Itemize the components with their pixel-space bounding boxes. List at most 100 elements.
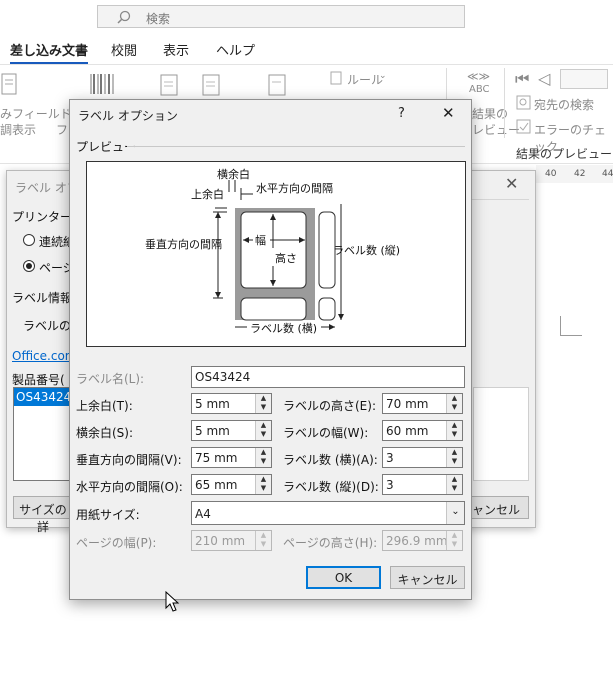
spinner-arrows-icon[interactable]: ▲ ▼	[446, 475, 462, 494]
find-recipient-icon	[516, 95, 531, 110]
rules-button[interactable]: ルール	[347, 71, 383, 88]
horizontal-pitch-spinner[interactable]: 65 mm ▲ ▼	[191, 474, 272, 495]
preview-results-label-1[interactable]: 結果の	[472, 105, 508, 122]
find-recipient-button[interactable]: 宛先の検索	[534, 96, 594, 113]
search-box[interactable]: 検索	[97, 5, 465, 28]
tab-review[interactable]: 校閲	[111, 40, 137, 59]
rules-dropdown-icon[interactable]: ⌄	[379, 71, 387, 81]
number-down-spinner[interactable]: 3 ▲ ▼	[382, 474, 463, 495]
page-size-value[interactable]: A4	[195, 507, 211, 521]
side-margin-value[interactable]: 5 mm	[195, 424, 230, 438]
insert-merge-field-icon	[1, 73, 17, 95]
help-button[interactable]: ?	[398, 106, 405, 121]
preview-arrows-icon: ≪≫	[467, 70, 491, 83]
document-icon-1	[160, 74, 178, 96]
vertical-pitch-value[interactable]: 75 mm	[195, 451, 237, 465]
mouse-cursor-icon	[165, 591, 180, 612]
side-margin-spinner[interactable]: 5 mm ▲ ▼	[191, 420, 272, 441]
spinner-arrows-icon: ▲ ▼	[446, 531, 462, 550]
page-size-label: 用紙サイズ:	[76, 508, 140, 522]
preview-results-label-2[interactable]: レビュー	[472, 121, 520, 138]
printer-label: プリンター	[12, 210, 73, 224]
number-down-value[interactable]: 3	[386, 478, 394, 492]
back-close-icon[interactable]: ✕	[505, 174, 518, 193]
preview-width: 幅	[255, 234, 266, 247]
document-icon-3	[268, 74, 286, 96]
page-corner-mark	[560, 316, 582, 336]
preview-number-down: ラベル数 (縦)	[333, 244, 401, 257]
label-height-label: ラベルの高さ(E):	[283, 399, 376, 413]
top-margin-value[interactable]: 5 mm	[195, 397, 230, 411]
cancel-button[interactable]: キャンセル	[390, 566, 465, 589]
label-name-input[interactable]: OS43424	[191, 366, 465, 388]
top-margin-spinner[interactable]: 5 mm ▲ ▼	[191, 393, 272, 414]
label-height-spinner[interactable]: 70 mm ▲ ▼	[382, 393, 463, 414]
product-number-list[interactable]: OS43424	[13, 387, 73, 481]
ruler-number: 44	[602, 169, 613, 179]
label-info-label: ラベル情報	[12, 291, 73, 305]
page-height-spinner: 296.9 mm ▲ ▼	[382, 530, 463, 551]
product-list-item[interactable]: OS43424	[14, 388, 72, 406]
rules-icon	[330, 71, 342, 85]
spinner-arrows-icon[interactable]: ▲ ▼	[255, 448, 271, 467]
label-width-label: ラベルの幅(W):	[283, 426, 369, 440]
side-margin-label: 横余白(S):	[76, 426, 134, 440]
vertical-pitch-spinner[interactable]: 75 mm ▲ ▼	[191, 447, 272, 468]
search-icon	[117, 10, 131, 24]
radio-page[interactable]	[23, 260, 35, 272]
spinner-arrows-icon[interactable]: ▲ ▼	[446, 394, 462, 413]
label-width-spinner[interactable]: 60 mm ▲ ▼	[382, 420, 463, 441]
label-name-label: ラベル名(L):	[76, 372, 145, 386]
preview-number-across: ラベル数 (横)	[250, 322, 318, 335]
error-check-icon	[516, 119, 531, 134]
spinner-arrows-icon: ▲ ▼	[255, 531, 271, 550]
page-height-label: ページの高さ(H):	[283, 536, 378, 550]
ok-button[interactable]: OK	[306, 566, 381, 589]
page-width-label: ページの幅(P):	[76, 536, 157, 550]
spinner-arrows-icon[interactable]: ▲ ▼	[255, 475, 271, 494]
spinner-arrows-icon[interactable]: ▲ ▼	[446, 448, 462, 467]
horizontal-pitch-value[interactable]: 65 mm	[195, 478, 237, 492]
preview-side-margin: 横余白	[217, 168, 250, 181]
radio-continuous[interactable]	[23, 234, 35, 246]
tab-view[interactable]: 表示	[163, 40, 189, 59]
spinner-arrows-icon[interactable]: ▲ ▼	[255, 394, 271, 413]
close-icon[interactable]: ✕	[442, 104, 455, 122]
number-across-label: ラベル数 (横)(A):	[283, 453, 378, 467]
label-preview: 横余白 上余白 水平方向の間隔 垂直方向の間隔 幅 高さ ラベル数 (縦) ラベ…	[86, 161, 466, 347]
label-details-dialog: ラベル オプション ? ✕ プレビュー 横余白 上余白 水平方向の間隔 垂直方向…	[69, 99, 472, 600]
number-across-value[interactable]: 3	[386, 451, 394, 465]
spinner-arrows-icon[interactable]: ▲ ▼	[446, 421, 462, 440]
spinner-arrows-icon[interactable]: ▲ ▼	[255, 421, 271, 440]
group-preview-results: 結果のプレビュー	[516, 147, 613, 161]
product-number-label: 製品番号(	[12, 373, 65, 387]
tab-mailings[interactable]: 差し込み文書	[10, 40, 89, 65]
preview-top-margin: 上余白	[191, 188, 224, 201]
office-link[interactable]: Office.com	[12, 349, 76, 363]
page-size-select[interactable]: A4 ⌄	[191, 501, 465, 525]
tab-help[interactable]: ヘルプ	[216, 40, 255, 59]
preview-height: 高さ	[275, 252, 297, 265]
first-record-icon[interactable]: ⏮	[515, 69, 529, 89]
dialog-title: ラベル オプション	[78, 109, 178, 123]
number-across-spinner[interactable]: 3 ▲ ▼	[382, 447, 463, 468]
abc-label: ABC	[469, 84, 490, 95]
ruler-number: 42	[574, 169, 586, 179]
number-down-label: ラベル数 (縦)(D):	[283, 480, 379, 494]
record-number-input[interactable]	[560, 69, 608, 89]
document-icon-2	[202, 74, 220, 96]
chevron-down-icon[interactable]: ⌄	[446, 502, 464, 524]
label-width-value[interactable]: 60 mm	[386, 424, 428, 438]
size-details-button[interactable]: サイズの詳	[13, 496, 73, 534]
insert-field-label[interactable]: みフィールド	[0, 105, 72, 122]
preview-vertical-pitch: 垂直方向の間隔	[145, 238, 222, 251]
previous-record-icon[interactable]: ◁	[538, 69, 550, 88]
label-height-value[interactable]: 70 mm	[386, 397, 428, 411]
highlight-fields-label[interactable]: 調表示	[0, 121, 36, 138]
page-width-spinner: 210 mm ▲ ▼	[191, 530, 272, 551]
vertical-pitch-label: 垂直方向の間隔(V):	[76, 453, 182, 467]
search-placeholder: 検索	[146, 12, 171, 26]
top-margin-label: 上余白(T):	[76, 399, 133, 413]
ruler-number: 40	[545, 169, 557, 179]
horizontal-pitch-label: 水平方向の間隔(O):	[76, 480, 183, 494]
